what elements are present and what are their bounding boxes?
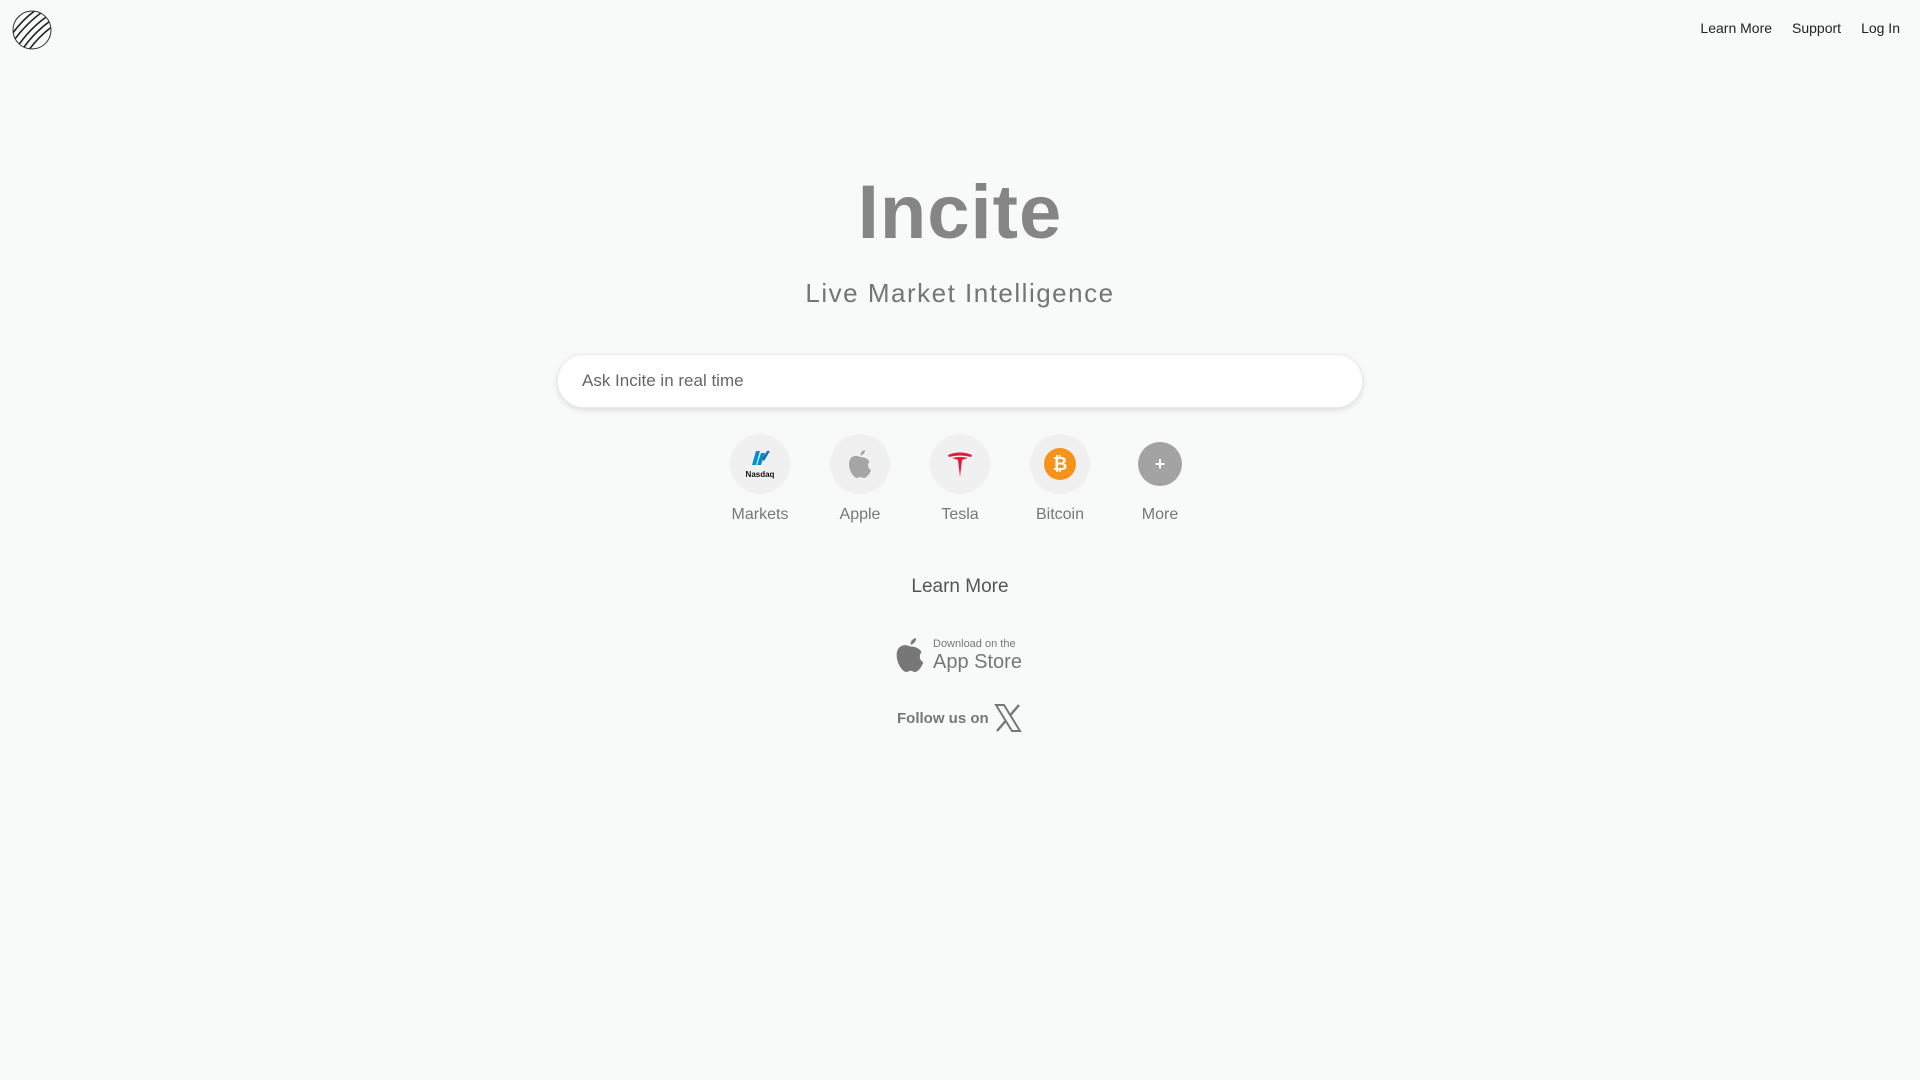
nav-login-link[interactable]: Log In	[1861, 20, 1900, 36]
quick-link-label: Bitcoin	[1035, 506, 1085, 523]
search-input[interactable]	[558, 355, 1362, 407]
apple-icon	[896, 638, 924, 672]
quick-link-label: Markets	[731, 506, 789, 523]
app-store-text: Download on the App Store	[933, 637, 1022, 673]
top-nav: Learn More Support Log In	[1700, 20, 1900, 36]
quick-link-label: Tesla	[941, 506, 979, 523]
nav-support-link[interactable]: Support	[1792, 20, 1841, 36]
search-box	[557, 354, 1363, 408]
quick-link-label: Apple	[839, 506, 881, 523]
bitcoin-icon: ₿	[1030, 434, 1090, 494]
quick-link-apple[interactable]: Apple	[823, 434, 897, 524]
app-store-small-label: Download on the	[933, 637, 1016, 650]
learn-more-link[interactable]: Learn More	[0, 576, 1920, 598]
quick-link-tesla[interactable]: Tesla	[923, 434, 997, 524]
follow-on-x-link[interactable]: Follow us on	[897, 702, 1025, 734]
page-title: Incite	[857, 170, 1063, 255]
app-store-badge[interactable]: Download on the App Store	[893, 634, 1027, 676]
quick-link-more[interactable]: + More	[1123, 434, 1197, 524]
incite-logo-icon[interactable]	[12, 10, 52, 50]
tesla-icon	[930, 434, 990, 494]
quick-link-bitcoin[interactable]: ₿ Bitcoin	[1023, 434, 1097, 524]
app-store-big-label: App Store	[933, 650, 1022, 673]
quick-link-markets[interactable]: Nasdaq Markets	[723, 434, 797, 524]
nav-learn-more-link[interactable]: Learn More	[1700, 20, 1772, 36]
top-bar: Learn More Support Log In	[0, 0, 1920, 60]
apple-icon	[830, 434, 890, 494]
nasdaq-icon-text: Nasdaq	[746, 470, 775, 479]
plus-icon-wrap: +	[1130, 434, 1190, 494]
x-logo-icon	[993, 704, 1022, 732]
page-subtitle: Live Market Intelligence	[805, 278, 1115, 308]
quick-link-label: More	[1141, 506, 1179, 523]
quick-links: Nasdaq Markets Apple Tesla ₿ Bitcoin + M…	[0, 434, 1920, 524]
follow-label: Follow us on	[897, 709, 989, 727]
svg-text:₿: ₿	[1053, 454, 1068, 474]
plus-icon: +	[1138, 442, 1182, 486]
nasdaq-icon: Nasdaq	[730, 434, 790, 494]
